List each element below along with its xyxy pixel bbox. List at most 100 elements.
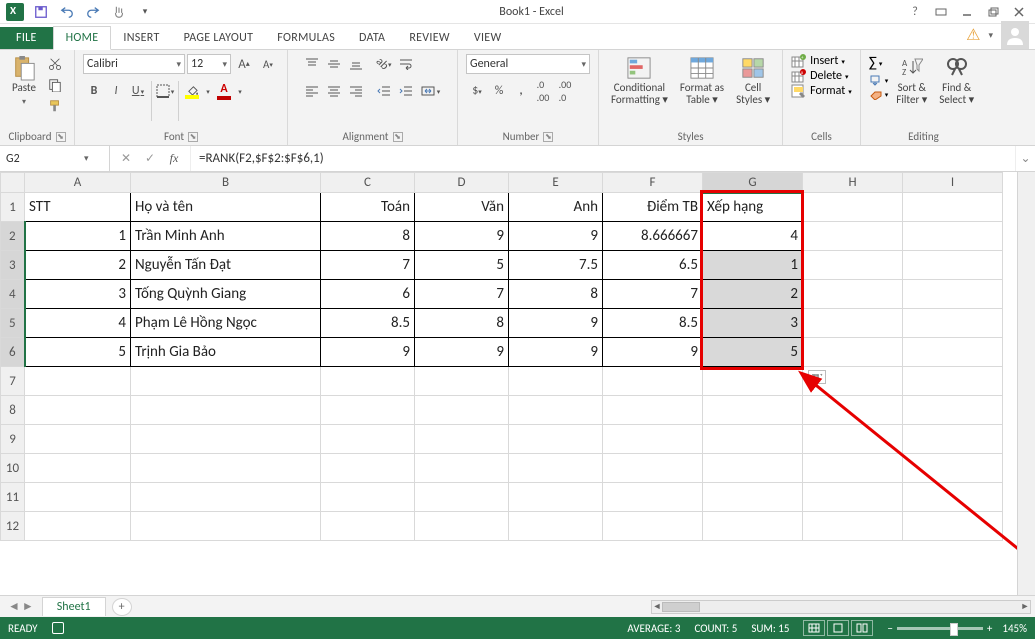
page-layout-view-icon[interactable] [827, 620, 849, 636]
row-header-10[interactable]: 10 [1, 454, 25, 483]
col-header-F[interactable]: F [603, 173, 703, 193]
cancel-formula-icon[interactable]: ✕ [114, 149, 138, 169]
zoom-level[interactable]: 145% [1002, 622, 1027, 635]
cell-G6[interactable]: 5 [703, 338, 803, 367]
cell-A11[interactable] [25, 483, 131, 512]
cell-D9[interactable] [415, 425, 509, 454]
cell-C11[interactable] [321, 483, 415, 512]
cell-E9[interactable] [509, 425, 603, 454]
page-break-view-icon[interactable] [851, 620, 873, 636]
cell-A3[interactable]: 2 [25, 251, 131, 280]
cell-E12[interactable] [509, 512, 603, 541]
cell-E2[interactable]: 9 [509, 222, 603, 251]
cell-E6[interactable]: 9 [509, 338, 603, 367]
enter-formula-icon[interactable]: ✓ [138, 149, 162, 169]
cell-F8[interactable] [603, 396, 703, 425]
close-icon[interactable] [1007, 2, 1031, 22]
cell-I7[interactable] [903, 367, 1003, 396]
bold-button[interactable]: B [83, 81, 105, 101]
select-all-corner[interactable] [1, 173, 25, 193]
vertical-scrollbar[interactable] [1017, 172, 1035, 595]
cell-C10[interactable] [321, 454, 415, 483]
format-painter-icon[interactable] [44, 96, 66, 116]
row-header-11[interactable]: 11 [1, 483, 25, 512]
cell-G9[interactable] [703, 425, 803, 454]
cell-F11[interactable] [603, 483, 703, 512]
cell-A9[interactable] [25, 425, 131, 454]
redo-icon[interactable] [82, 2, 104, 22]
cell-A2[interactable]: 1 [25, 222, 131, 251]
insert-cells-button[interactable]: +Insert ▾ [791, 54, 845, 68]
cell-B3[interactable]: Nguyễn Tấn Đạt [131, 251, 321, 280]
cell-D12[interactable] [415, 512, 509, 541]
merge-center-button[interactable]: ▾ [417, 81, 445, 101]
cell-C5[interactable]: 8.5 [321, 309, 415, 338]
cell-I1[interactable] [903, 193, 1003, 222]
help-icon[interactable]: ? [903, 2, 927, 22]
cell-D2[interactable]: 9 [415, 222, 509, 251]
cell-E1[interactable]: Anh [509, 193, 603, 222]
cell-D10[interactable] [415, 454, 509, 483]
cell-E8[interactable] [509, 396, 603, 425]
row-header-5[interactable]: 5 [1, 309, 25, 338]
cell-I4[interactable] [903, 280, 1003, 309]
cell-C3[interactable]: 7 [321, 251, 415, 280]
user-avatar-icon[interactable] [1001, 21, 1029, 49]
cell-G11[interactable] [703, 483, 803, 512]
cell-B4[interactable]: Tống Quỳnh Giang [131, 280, 321, 309]
percent-format-icon[interactable]: % [488, 81, 510, 101]
increase-font-icon[interactable]: A▴ [233, 54, 255, 74]
row-header-7[interactable]: 7 [1, 367, 25, 396]
borders-icon[interactable]: ▾ [154, 81, 176, 101]
cell-A8[interactable] [25, 396, 131, 425]
cell-F1[interactable]: Điểm TB [603, 193, 703, 222]
cell-B8[interactable] [131, 396, 321, 425]
row-header-1[interactable]: 1 [1, 193, 25, 222]
cell-E10[interactable] [509, 454, 603, 483]
cell-D6[interactable]: 9 [415, 338, 509, 367]
fill-button[interactable]: ▾ [869, 74, 889, 86]
cell-B2[interactable]: Trần Minh Anh [131, 222, 321, 251]
cell-I12[interactable] [903, 512, 1003, 541]
font-color-dropdown-icon[interactable]: ▾ [235, 81, 245, 101]
cell-H12[interactable] [803, 512, 903, 541]
cell-A1[interactable]: STT [25, 193, 131, 222]
formula-input[interactable] [191, 146, 1015, 171]
col-header-B[interactable]: B [131, 173, 321, 193]
undo-icon[interactable] [56, 2, 78, 22]
cell-G3[interactable]: 1 [703, 251, 803, 280]
cell-C1[interactable]: Toán [321, 193, 415, 222]
cell-H8[interactable] [803, 396, 903, 425]
cell-A4[interactable]: 3 [25, 280, 131, 309]
cell-A5[interactable]: 4 [25, 309, 131, 338]
cell-B1[interactable]: Họ và tên [131, 193, 321, 222]
row-header-9[interactable]: 9 [1, 425, 25, 454]
cell-A10[interactable] [25, 454, 131, 483]
name-box-input[interactable] [0, 152, 78, 166]
tab-review[interactable]: REVIEW [397, 27, 462, 49]
cell-C12[interactable] [321, 512, 415, 541]
cell-D5[interactable]: 8 [415, 309, 509, 338]
cell-I5[interactable] [903, 309, 1003, 338]
cell-E11[interactable] [509, 483, 603, 512]
tab-file[interactable]: FILE [0, 27, 53, 49]
cell-H9[interactable] [803, 425, 903, 454]
find-select-button[interactable]: Find &Select ▾ [935, 54, 978, 108]
cell-G10[interactable] [703, 454, 803, 483]
cell-H3[interactable] [803, 251, 903, 280]
tab-view[interactable]: VIEW [462, 27, 514, 49]
col-header-H[interactable]: H [803, 173, 903, 193]
cell-C9[interactable] [321, 425, 415, 454]
number-launcher-icon[interactable]: ⬊ [543, 132, 553, 142]
row-header-6[interactable]: 6 [1, 338, 25, 367]
col-header-C[interactable]: C [321, 173, 415, 193]
increase-decimal-icon[interactable]: .0.00 [532, 81, 554, 101]
clipboard-launcher-icon[interactable]: ⬊ [56, 132, 66, 142]
cell-B6[interactable]: Trịnh Gia Bảo [131, 338, 321, 367]
align-center-icon[interactable] [323, 81, 345, 101]
col-header-G[interactable]: G [703, 173, 803, 193]
sheet-nav-prev-icon[interactable]: ◄ [8, 599, 20, 614]
cell-F4[interactable]: 7 [603, 280, 703, 309]
cell-B5[interactable]: Phạm Lê Hồng Ngọc [131, 309, 321, 338]
restore-icon[interactable] [981, 2, 1005, 22]
